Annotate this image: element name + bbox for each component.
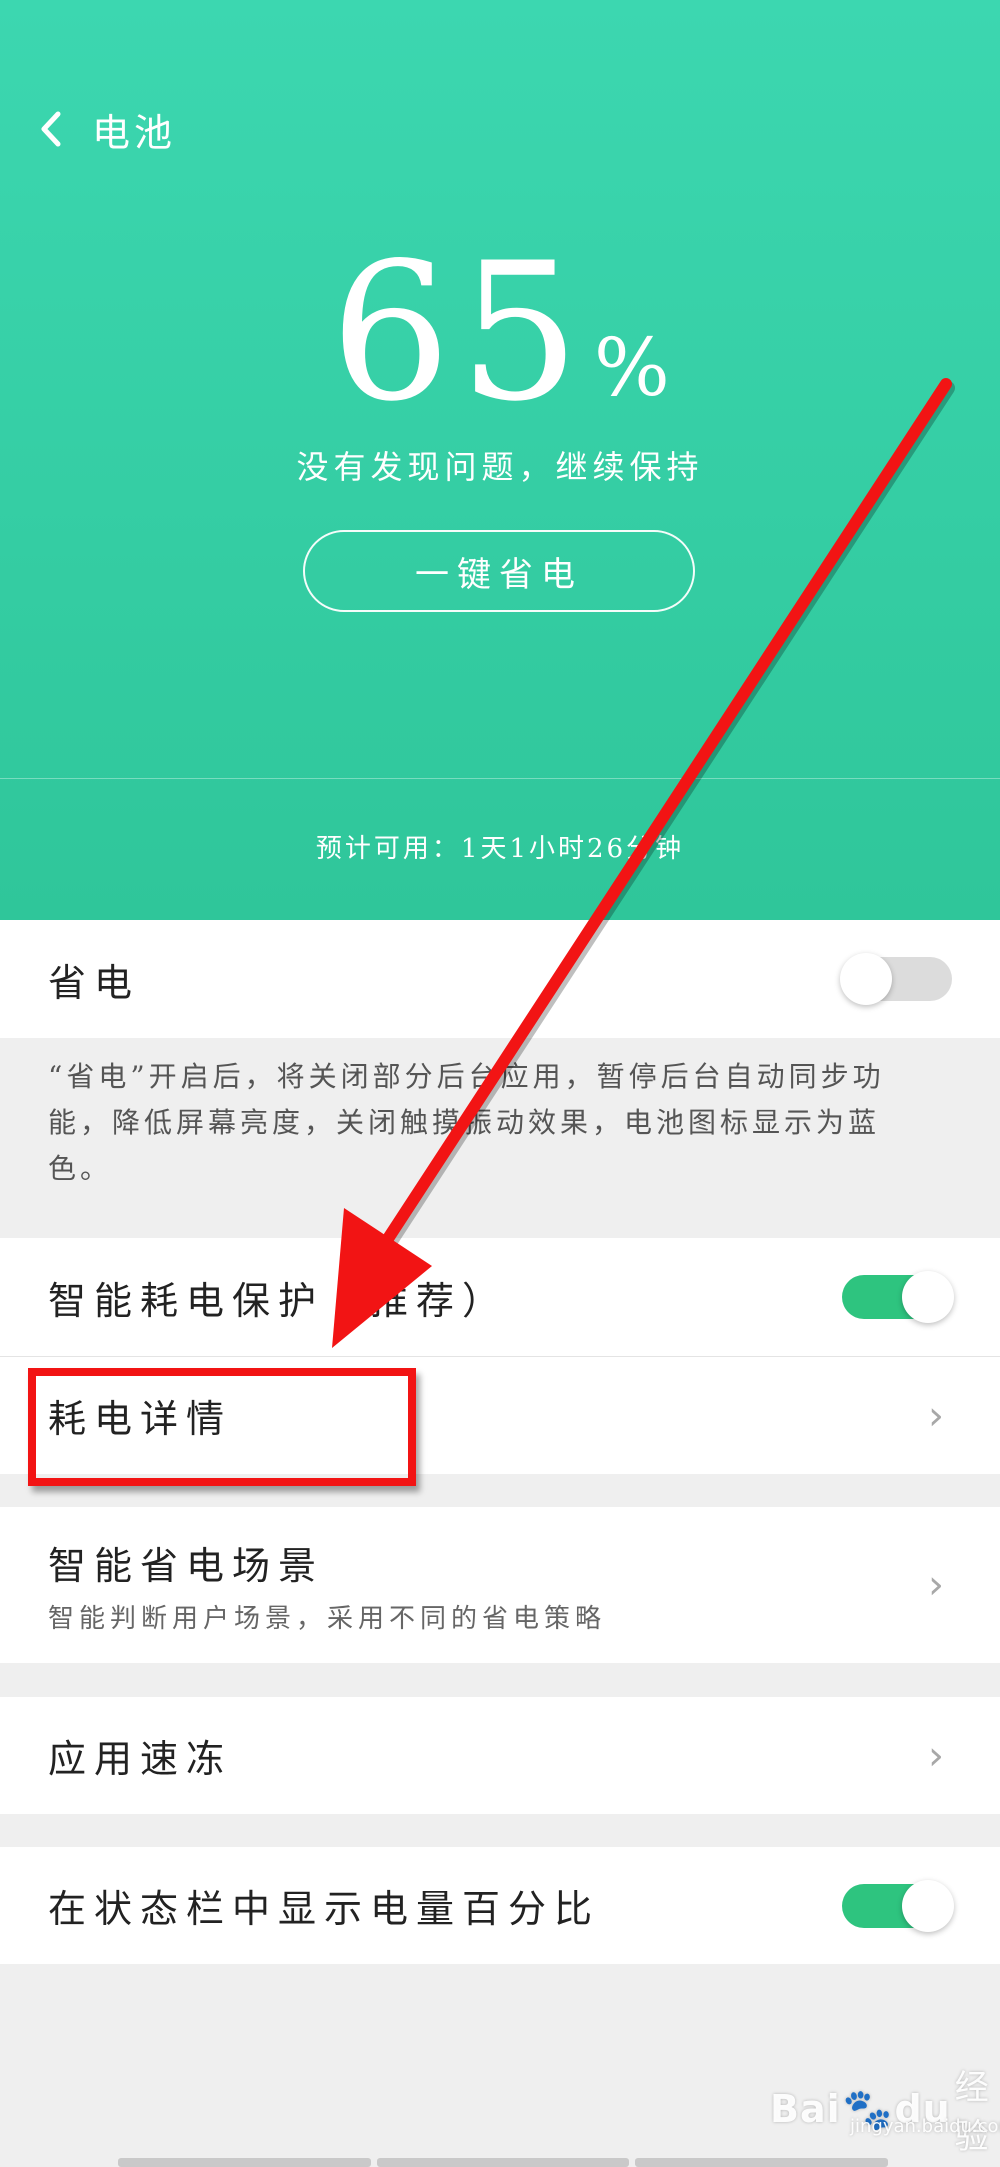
- power-saving-label: 省电: [48, 960, 141, 1005]
- smart-scene-label: 智能省电场景: [48, 1544, 325, 1588]
- toggle-knob: [840, 953, 892, 1005]
- status-bar-percent-toggle[interactable]: [842, 1879, 954, 1932]
- scroll-segment: [376, 2158, 630, 2167]
- bottom-scrollbar: [118, 2158, 889, 2167]
- power-saving-toggle[interactable]: [840, 953, 952, 1005]
- watermark-brand: Bai: [770, 2087, 841, 2131]
- smart-protection-toggle[interactable]: [842, 1271, 954, 1323]
- power-saving-description: “省电”开启后，将关闭部分后台应用，暂停后台自动同步功能，降低屏幕亮度，关闭触摸…: [48, 1060, 885, 1185]
- scroll-segment: [635, 2158, 889, 2167]
- chevron-right-icon: ›: [928, 1392, 944, 1439]
- power-saving-row[interactable]: 省电: [0, 920, 1000, 1038]
- app-freeze-row[interactable]: 应用速冻 ›: [0, 1697, 1000, 1814]
- header-divider: [0, 778, 1000, 779]
- status-bar-percent-label: 在状态栏中显示电量百分比: [48, 1887, 601, 1931]
- baidu-watermark: Bai 🐾 du 经验: [770, 2060, 1000, 2158]
- toggle-knob: [902, 1879, 954, 1932]
- smart-protection-label: 智能耗电保护（推荐）: [48, 1278, 509, 1323]
- chevron-right-icon: ›: [928, 1732, 944, 1779]
- chevron-right-icon: ›: [928, 1562, 944, 1608]
- battery-header: 电池 65 % 没有发现问题，继续保持 一键省电 预计可用：1天1小时26分钟: [0, 0, 1000, 920]
- smart-protection-row[interactable]: 智能耗电保护（推荐）: [0, 1238, 1000, 1356]
- watermark-url: jingyan.baidu.com: [850, 2116, 1000, 2137]
- page-title: 电池: [92, 110, 177, 155]
- back-arrow-icon: [41, 111, 61, 147]
- toggle-knob: [902, 1271, 954, 1323]
- smart-scene-subtitle: 智能判断用户场景，采用不同的省电策略: [48, 1604, 607, 1634]
- annotation-highlight-box: [28, 1368, 416, 1486]
- scroll-segment: [118, 2158, 371, 2167]
- smart-scene-text: 智能省电场景 智能判断用户场景，采用不同的省电策略: [48, 1535, 606, 1635]
- watermark-cn: 经验: [954, 2068, 989, 2157]
- battery-status-text: 没有发现问题，继续保持: [296, 448, 704, 486]
- percent-sign: %: [593, 321, 670, 414]
- status-bar-percent-row[interactable]: 在状态栏中显示电量百分比: [0, 1847, 1000, 1964]
- smart-scene-row[interactable]: 智能省电场景 智能判断用户场景，采用不同的省电策略 ›: [0, 1507, 1000, 1663]
- estimated-time-text: 预计可用：1天1小时26分钟: [315, 834, 685, 864]
- one-key-save-button[interactable]: 一键省电: [303, 530, 695, 612]
- battery-percentage: 65 %: [0, 238, 1000, 428]
- battery-percent-value: 65: [330, 222, 588, 443]
- app-freeze-label: 应用速冻: [48, 1737, 233, 1781]
- back-button[interactable]: 电池: [36, 104, 177, 155]
